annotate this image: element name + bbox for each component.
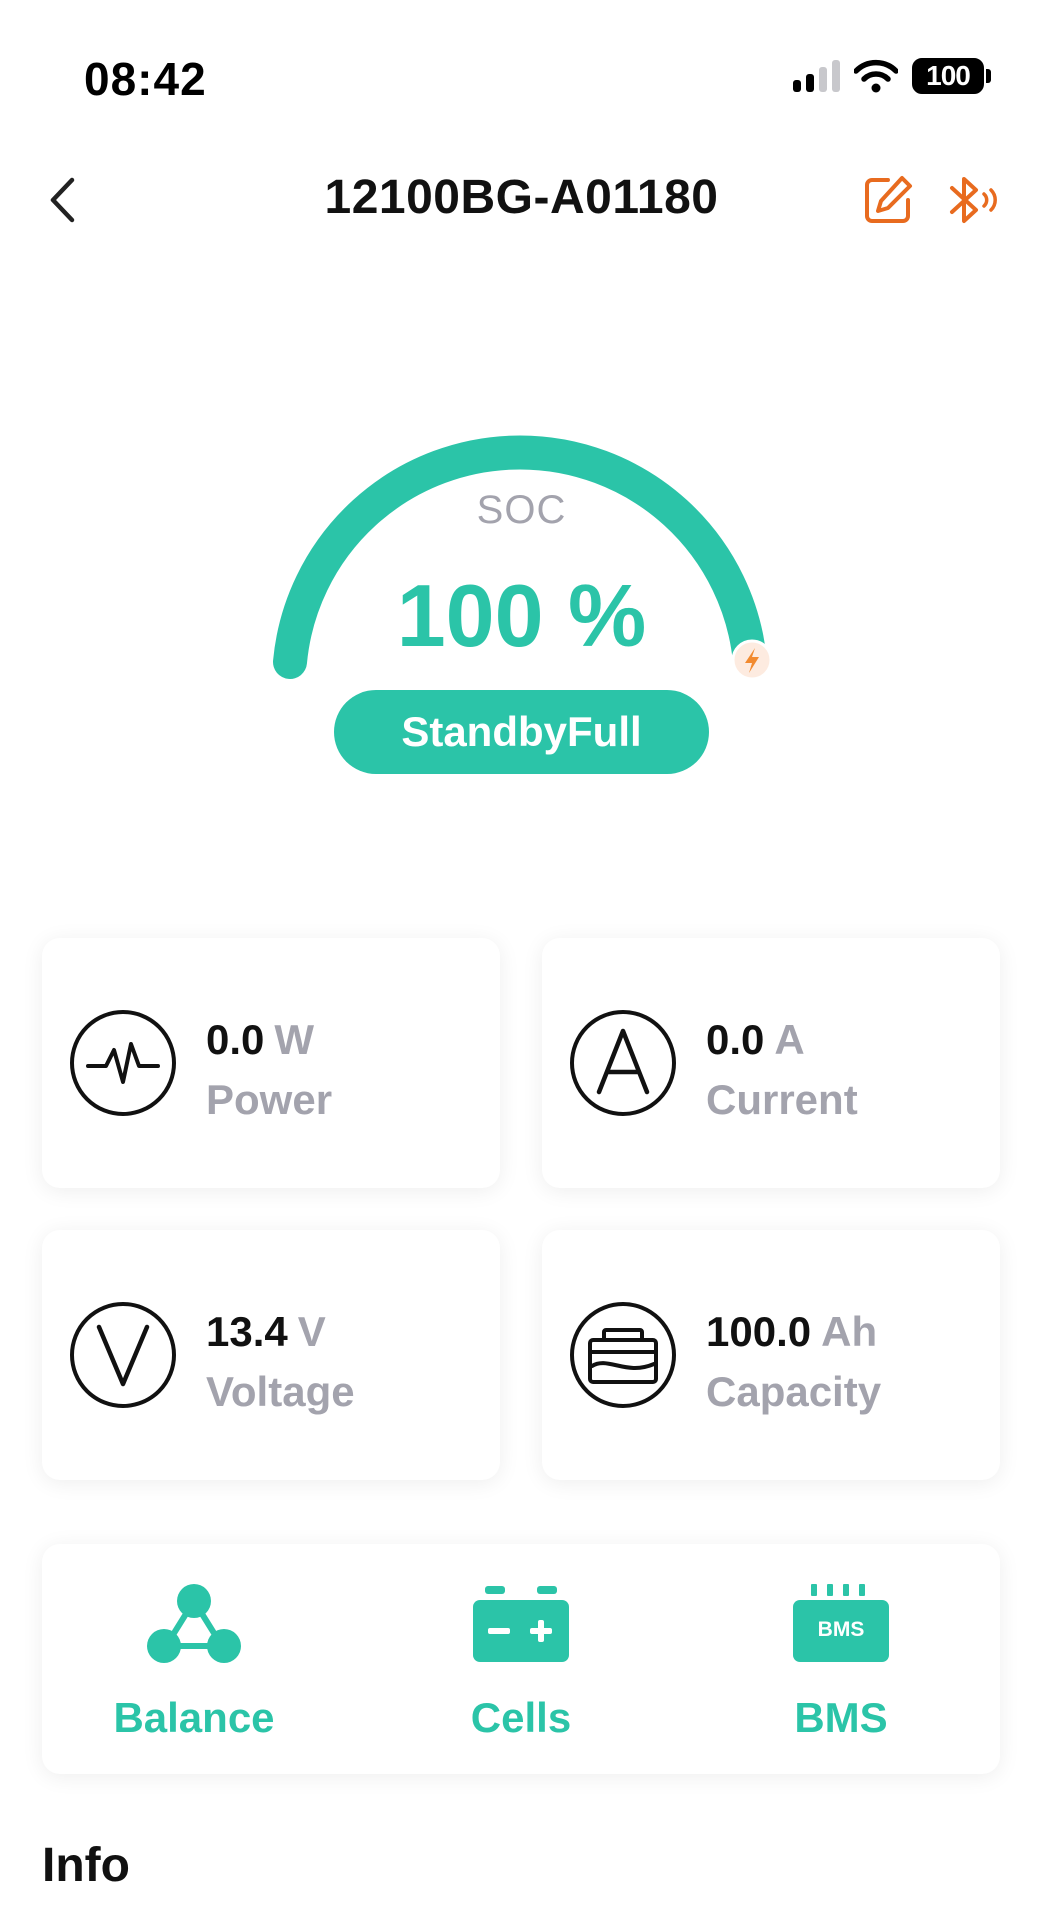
balance-icon <box>147 1584 241 1663</box>
bluetooth-icon <box>950 177 997 223</box>
bms-chip-text: BMS <box>817 1618 865 1641</box>
status-time: 08:42 <box>84 53 207 105</box>
edit-button[interactable] <box>862 174 914 226</box>
balance-button[interactable]: Balance <box>44 1544 344 1774</box>
current-value: 0.0 A <box>706 1016 805 1063</box>
current-card: 0.0 A Current <box>542 938 1000 1188</box>
edit-icon <box>865 176 912 223</box>
capacity-label: Capacity <box>706 1368 882 1415</box>
soc-value: 100 % <box>396 566 647 665</box>
volt-icon <box>70 1302 176 1408</box>
bms-label: BMS <box>794 1694 888 1741</box>
voltage-label: Voltage <box>206 1368 355 1415</box>
bms-button[interactable]: BMS BMS <box>691 1544 991 1774</box>
balance-label: Balance <box>113 1694 275 1741</box>
battery-capacity-icon <box>570 1302 676 1408</box>
ampere-icon <box>570 1010 676 1116</box>
power-label: Power <box>206 1076 333 1123</box>
voltage-value: 13.4 V <box>206 1308 326 1355</box>
power-value: 0.0 W <box>206 1016 315 1063</box>
capacity-value: 100.0 Ah <box>706 1308 878 1355</box>
cells-label: Cells <box>470 1694 572 1741</box>
soc-label: SOC <box>476 488 567 532</box>
current-label: Current <box>706 1076 858 1123</box>
feature-nav-panel: Balance Cells BMS BMS <box>42 1544 1000 1774</box>
voltage-card: 13.4 V Voltage <box>42 1230 500 1480</box>
battery-icon: 100 <box>912 58 991 94</box>
capacity-card: 100.0 Ah Capacity <box>542 1230 1000 1480</box>
bluetooth-button[interactable] <box>944 174 1002 226</box>
info-section-title: Info <box>42 1839 130 1892</box>
battery-state-badge: StandbyFull <box>334 690 709 774</box>
power-waveform-icon <box>70 1010 176 1116</box>
cells-battery-icon <box>473 1586 569 1662</box>
status-icons: 100 <box>793 58 991 94</box>
wifi-icon <box>854 59 898 93</box>
cells-button[interactable]: Cells <box>371 1544 671 1774</box>
bms-chip-icon: BMS <box>791 1584 891 1664</box>
cellular-signal-icon <box>793 60 840 92</box>
power-card: 0.0 W Power <box>42 938 500 1188</box>
